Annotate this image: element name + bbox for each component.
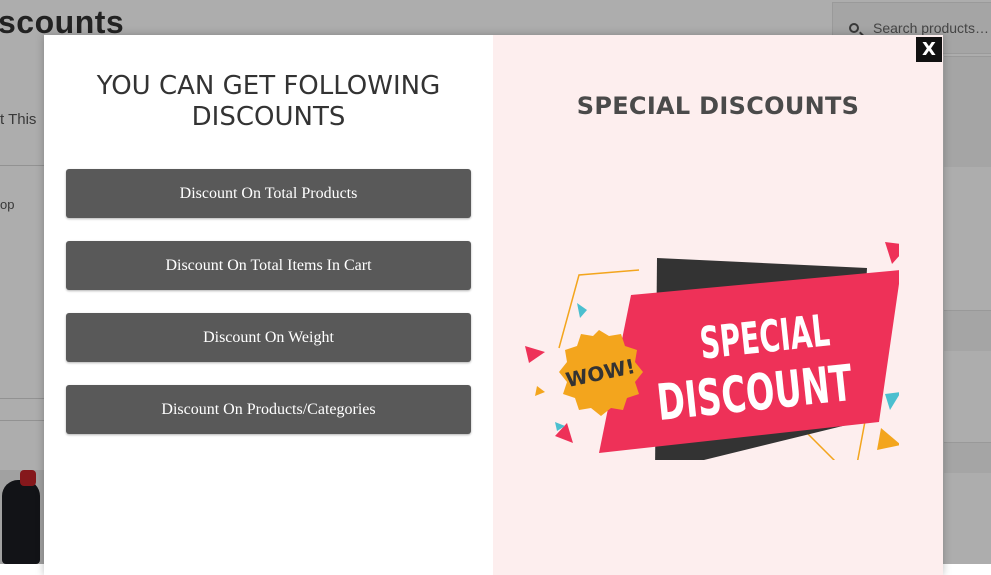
discount-total-items-button[interactable]: Discount On Total Items In Cart xyxy=(66,241,471,290)
close-button[interactable]: X xyxy=(916,37,942,62)
special-discounts-title: SPECIAL DISCOUNTS xyxy=(576,92,860,120)
decor-triangle xyxy=(525,346,545,363)
heading-line: YOU CAN GET FOLLOWING xyxy=(96,71,441,101)
decor-triangle xyxy=(877,428,899,450)
discount-total-products-button[interactable]: Discount On Total Products xyxy=(66,169,471,218)
discount-products-categories-button[interactable]: Discount On Products/Categories xyxy=(66,385,471,434)
decor-triangle xyxy=(885,392,899,410)
heading-line: DISCOUNTS xyxy=(191,102,346,132)
decor-triangle xyxy=(577,303,587,318)
modal-heading: YOU CAN GET FOLLOWING DISCOUNTS xyxy=(44,71,493,133)
discount-list-panel: YOU CAN GET FOLLOWING DISCOUNTS Discount… xyxy=(44,35,493,575)
decor-triangle xyxy=(535,386,545,396)
special-discount-banner: WOW! SPECIAL DISCOUNT xyxy=(449,200,899,460)
decor-triangle xyxy=(885,242,899,264)
discount-weight-button[interactable]: Discount On Weight xyxy=(66,313,471,362)
